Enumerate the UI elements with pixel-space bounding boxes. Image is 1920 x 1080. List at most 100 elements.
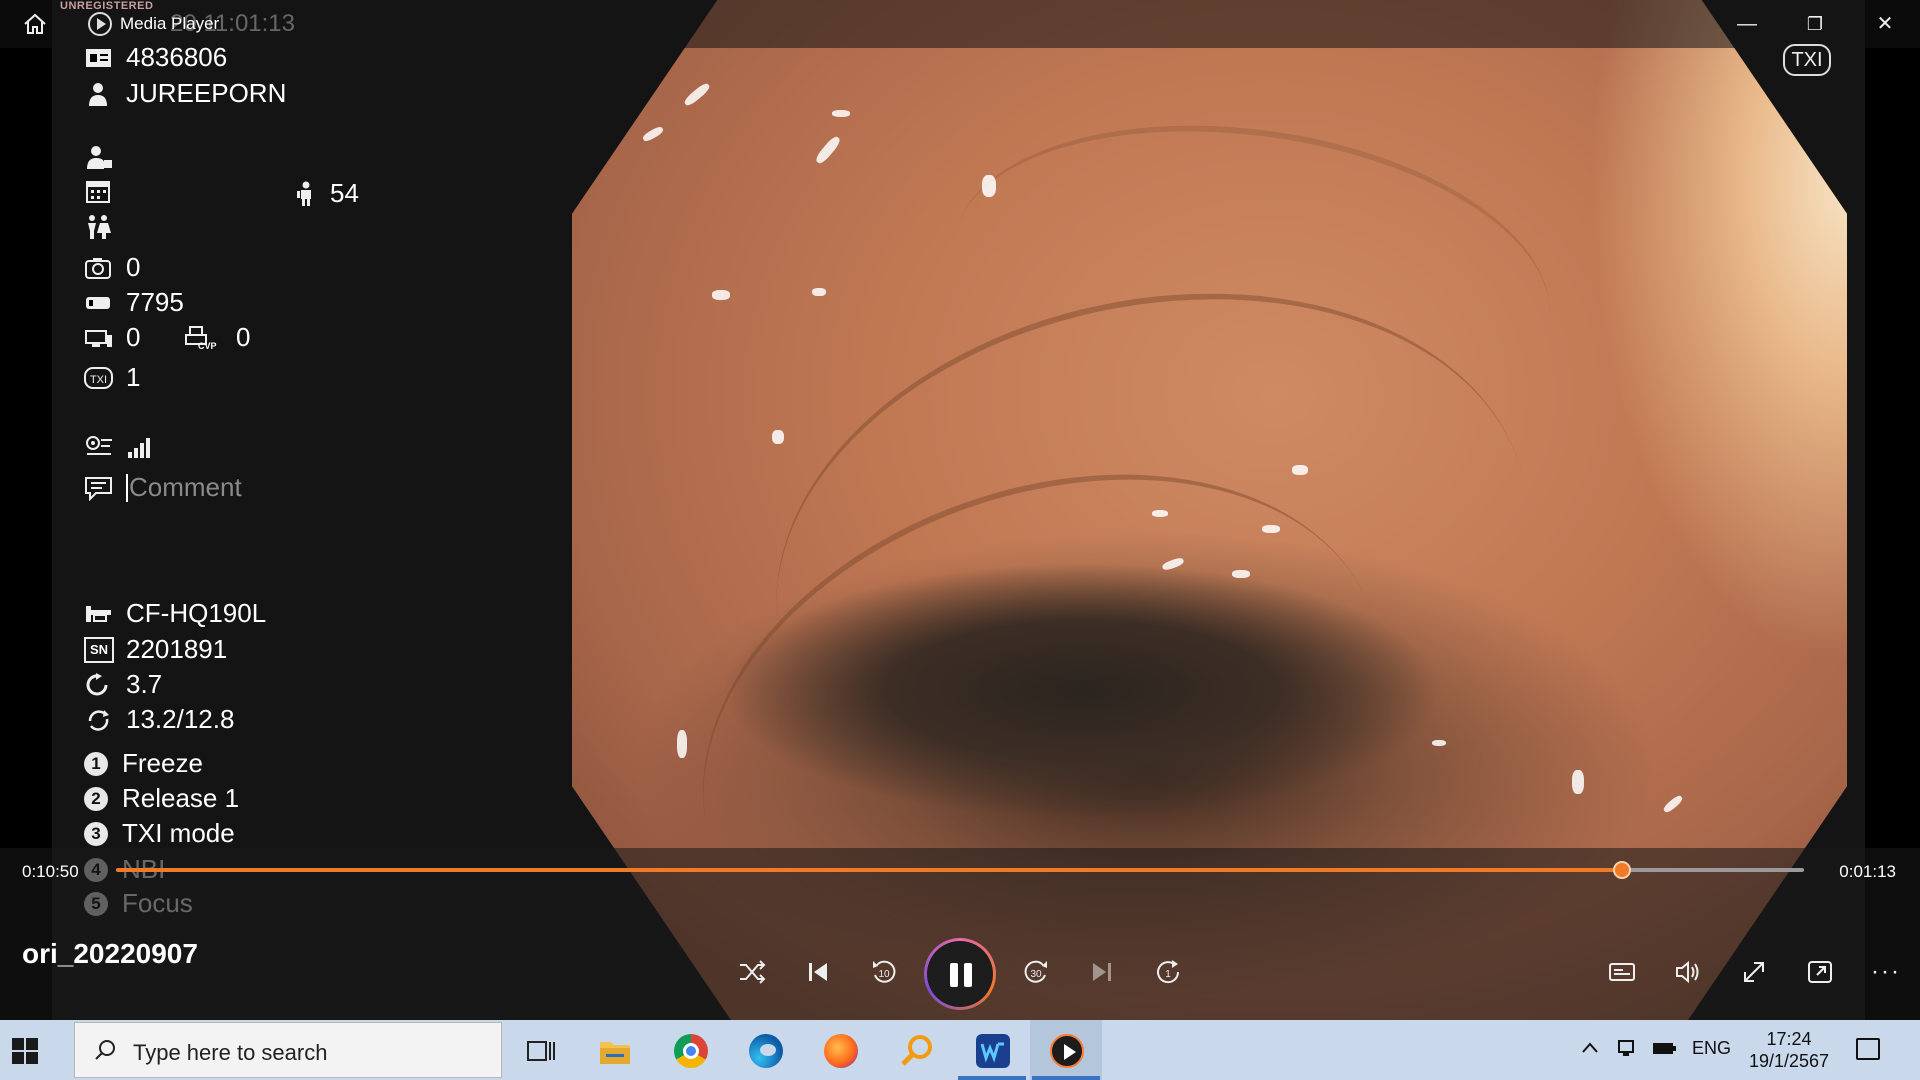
cvp-row: CVP 0 [184, 322, 250, 353]
search-placeholder: Type here to search [133, 1040, 328, 1065]
comment-field[interactable]: Comment [129, 472, 242, 503]
button-number-3: 3 [84, 821, 108, 846]
search-tool-icon [901, 1035, 932, 1066]
media-counter: 7795 [126, 287, 184, 317]
serial-icon: SN [84, 636, 114, 663]
word-button[interactable] [956, 1020, 1028, 1080]
seek-thumb[interactable] [1612, 861, 1631, 879]
fullscreen-button[interactable] [1732, 950, 1776, 994]
close-button[interactable]: ✕ [1862, 8, 1908, 40]
function-label-2: Release 1 [122, 783, 240, 813]
patient-id: 4836806 [126, 42, 228, 72]
svg-text:1: 1 [1165, 969, 1171, 980]
seek-bar[interactable] [116, 861, 1804, 879]
signal-row [84, 434, 168, 460]
doctor-row [84, 144, 126, 170]
txi-badge: TXI [1783, 44, 1831, 76]
cvp-label: CVP [198, 340, 217, 351]
more-options-button[interactable]: ··· [1864, 950, 1908, 994]
forward-30-button[interactable]: 30 [1014, 950, 1058, 994]
search-tool-button[interactable] [880, 1020, 952, 1080]
repeat-button[interactable]: 1 [1146, 950, 1190, 994]
elapsed-time: 0:10:50 [22, 862, 79, 881]
cvp-count: 0 [236, 322, 251, 352]
shuffle-button[interactable] [730, 950, 774, 994]
repeat-icon: 1 [1157, 960, 1180, 984]
previous-button[interactable] [796, 950, 840, 994]
chrome-button[interactable] [654, 1020, 726, 1080]
rewind-10-icon: 10 [873, 960, 896, 983]
signal-strength-icon [126, 434, 156, 460]
pause-button[interactable] [924, 938, 996, 1010]
comment-row[interactable]: Comment [84, 472, 242, 503]
volume-button[interactable] [1666, 950, 1710, 994]
clock[interactable]: 17:24 19/1/2567 [1744, 1028, 1834, 1072]
clock-time: 17:24 [1766, 1029, 1812, 1049]
patient-id-row: 4836806 [84, 42, 227, 73]
unregistered-watermark: UNREGISTERED [60, 0, 154, 12]
video-processor-icon [84, 325, 114, 351]
endoscope-icon [84, 601, 114, 627]
task-view-button[interactable] [504, 1020, 576, 1080]
shuffle-icon [740, 960, 766, 984]
gender-icon [84, 214, 114, 240]
function-label-3: TXI mode [122, 818, 235, 848]
app-running-indicator [958, 1076, 1026, 1080]
minimize-button[interactable]: — [1724, 8, 1770, 40]
file-explorer-button[interactable] [578, 1020, 650, 1080]
restore-button[interactable]: ❐ [1792, 8, 1838, 40]
taskbar-search-box[interactable]: Type here to search [74, 1022, 502, 1078]
word-icon [976, 1034, 1010, 1068]
media-filename: ori_20220907 [22, 938, 198, 969]
captions-button[interactable] [1600, 950, 1644, 994]
scope-model: CF-HQ190L [126, 598, 267, 628]
media-player-taskbar-button[interactable] [1030, 1020, 1102, 1080]
rotation-icon [84, 672, 114, 698]
scope-model-row: CF-HQ190L [84, 598, 266, 629]
seek-bar-progress [116, 868, 1622, 872]
media-counter-icon [84, 290, 114, 316]
calendar-icon [84, 178, 114, 204]
mini-player-button[interactable] [1798, 950, 1842, 994]
vp-row: 0 [84, 322, 140, 353]
text-cursor [126, 473, 128, 502]
patient-name: JUREEPORN [126, 78, 287, 108]
rotation-row: 3.7 [84, 669, 162, 700]
standing-person-icon [294, 181, 318, 207]
language-indicator[interactable]: ENG [1692, 1038, 1731, 1059]
home-icon[interactable] [22, 12, 48, 36]
svg-text:10: 10 [878, 969, 890, 980]
chevron-up-icon [1582, 1042, 1598, 1053]
counter-row: 7795 [84, 287, 184, 318]
seek-bar-row: 0:10:50 0:01:13 [0, 848, 1920, 898]
firefox-button[interactable] [804, 1020, 876, 1080]
firefox-icon [824, 1034, 858, 1068]
media-player-icon [1050, 1034, 1084, 1068]
battery-button[interactable] [1652, 1038, 1678, 1063]
captions-icon [1609, 963, 1635, 981]
search-icon [95, 1040, 115, 1060]
player-controls: 4 NBI 5 Focus 0:10:50 0:01:13 ori_202209… [0, 848, 1920, 1020]
rewind-10-button[interactable]: 10 [862, 950, 906, 994]
file-explorer-icon [600, 1042, 630, 1064]
pause-icon [927, 941, 993, 1007]
function-label-1: Freeze [122, 748, 203, 778]
function-button-1: 1 Freeze [84, 748, 203, 779]
meet-now-button[interactable] [1616, 1038, 1638, 1063]
date-row [84, 178, 126, 204]
capture-count-row: 0 [84, 252, 140, 283]
camera-icon [84, 255, 114, 281]
notification-center-icon[interactable] [1856, 1038, 1880, 1060]
taskbar: Type here to search ENG 17:24 19/1/2567 [0, 1020, 1920, 1080]
next-icon [1093, 963, 1111, 981]
serial-row: SN 2201891 [84, 634, 227, 665]
clock-date: 19/1/2567 [1748, 1051, 1830, 1071]
task-view-icon [527, 1041, 555, 1061]
svg-text:30: 30 [1030, 969, 1042, 980]
app-active-indicator [1032, 1076, 1100, 1080]
show-hidden-icons-button[interactable] [1580, 1038, 1600, 1063]
battery-icon [1653, 1043, 1676, 1054]
windows-start-icon[interactable] [12, 1038, 38, 1064]
edge-button[interactable] [729, 1020, 801, 1080]
next-button[interactable] [1080, 950, 1124, 994]
